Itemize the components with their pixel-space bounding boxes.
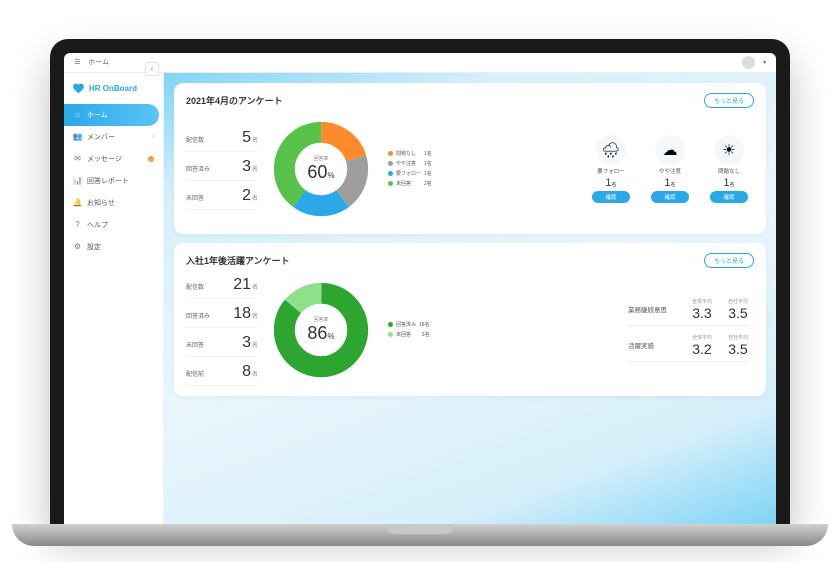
metrics-group: 業務継続意思 全体平均3.3 自社平均3.5 活躍実感 全体平均3.2 自社平均… xyxy=(628,298,748,362)
card-title: 2021年4月のアンケート xyxy=(186,94,283,107)
donut-chart: 回答率 60% xyxy=(266,114,376,224)
notification-badge xyxy=(148,156,154,162)
metric-row: 業務継続意思 全体平均3.3 自社平均3.5 xyxy=(628,298,748,326)
donut-center-value: 86% xyxy=(307,323,334,344)
legend-item: 回答済み18名 xyxy=(388,321,430,328)
status-caution: ☁やや注意1名確認 xyxy=(645,135,695,203)
sidebar-item-home[interactable]: ⌂ホーム xyxy=(64,104,159,126)
stat-row: 未回答3名 xyxy=(186,332,258,357)
legend-item: 問題なし1名 xyxy=(388,150,432,157)
status-followup: 🌧要フォロー1名確認 xyxy=(586,135,636,203)
avatar[interactable] xyxy=(742,56,755,69)
heart-icon xyxy=(72,82,85,95)
legend-item: 未回答2名 xyxy=(388,180,432,187)
rain-icon: 🌧 xyxy=(596,135,626,165)
chevron-down-icon[interactable]: ▾ xyxy=(763,59,766,66)
legend-dot xyxy=(388,151,393,156)
legend-dot xyxy=(388,171,393,176)
status-group: 🌧要フォロー1名確認 ☁やや注意1名確認 ☀問題なし1名確認 xyxy=(586,135,754,203)
legend-dot xyxy=(388,332,393,337)
legend-dot xyxy=(388,161,393,166)
sun-icon: ☀ xyxy=(714,135,744,165)
cloud-icon: ☁ xyxy=(655,135,685,165)
sidebar-item-notices[interactable]: 🔔お知らせ xyxy=(64,192,163,214)
metric-row: 活躍実感 全体平均3.2 自社平均3.5 xyxy=(628,334,748,362)
brand-logo[interactable]: HR OnBoard xyxy=(64,73,163,104)
legend-item: やや注意1名 xyxy=(388,160,432,167)
survey-card-monthly: 2021年4月のアンケート もっと見る 配信数5名 回答済み3名 未回答2名 xyxy=(174,83,766,234)
bell-icon: 🔔 xyxy=(73,198,82,207)
sidebar-item-messages[interactable]: ✉メッセージ xyxy=(64,148,163,170)
donut-center-label: 回答率 xyxy=(307,155,334,162)
brand-name: HR OnBoard xyxy=(89,84,137,93)
sidebar-collapse-button[interactable]: ‹ xyxy=(145,62,159,76)
chart-legend: 回答済み18名 未回答3名 xyxy=(388,321,430,338)
legend-item: 未回答3名 xyxy=(388,331,430,338)
legend-dot xyxy=(388,322,393,327)
sidebar-item-settings[interactable]: ⚙設定 xyxy=(64,236,163,258)
title-bar: ☰ ホーム ▾ xyxy=(64,53,776,73)
page-breadcrumb: ホーム xyxy=(88,57,109,67)
gear-icon: ⚙ xyxy=(73,242,82,251)
stat-row: 回答済み18名 xyxy=(186,303,258,328)
message-icon: ✉ xyxy=(73,154,82,163)
stat-row: 配信数21名 xyxy=(186,274,258,299)
main-content: 2021年4月のアンケート もっと見る 配信数5名 回答済み3名 未回答2名 xyxy=(164,73,776,524)
sidebar: HR OnBoard ⌂ホーム 👥メンバー› ✉メッセージ 📊回答レポート 🔔お… xyxy=(64,73,164,524)
legend-dot xyxy=(388,181,393,186)
donut-chart: 回答率 86% xyxy=(266,275,376,385)
members-icon: 👥 xyxy=(73,132,82,141)
legend-item: 要フォロー1名 xyxy=(388,170,432,177)
sidebar-item-help[interactable]: ?ヘルプ xyxy=(64,214,163,236)
donut-center-label: 回答率 xyxy=(307,316,334,323)
sidebar-item-members[interactable]: 👥メンバー› xyxy=(64,126,163,148)
report-icon: 📊 xyxy=(73,176,82,185)
home-icon: ⌂ xyxy=(73,110,82,119)
stat-row: 配信前8名 xyxy=(186,361,258,386)
sidebar-item-reports[interactable]: 📊回答レポート xyxy=(64,170,163,192)
stat-list: 配信数21名 回答済み18名 未回答3名 配信前8名 xyxy=(186,274,258,386)
card-title: 入社1年後活躍アンケート xyxy=(186,254,290,267)
stat-row: 未回答2名 xyxy=(186,185,258,210)
more-button[interactable]: もっと見る xyxy=(704,253,754,268)
more-button[interactable]: もっと見る xyxy=(704,93,754,108)
status-ok: ☀問題なし1名確認 xyxy=(704,135,754,203)
help-icon: ? xyxy=(73,220,82,229)
stat-row: 回答済み3名 xyxy=(186,156,258,181)
check-button[interactable]: 確認 xyxy=(592,191,629,203)
hamburger-icon[interactable]: ☰ xyxy=(74,58,80,66)
check-button[interactable]: 確認 xyxy=(710,191,747,203)
stat-list: 配信数5名 回答済み3名 未回答2名 xyxy=(186,127,258,210)
donut-center-value: 60% xyxy=(307,162,334,183)
check-button[interactable]: 確認 xyxy=(651,191,688,203)
chevron-right-icon: › xyxy=(152,134,154,140)
chart-legend: 問題なし1名 やや注意1名 要フォロー1名 未回答2名 xyxy=(388,150,432,187)
survey-card-yearly: 入社1年後活躍アンケート もっと見る 配信数21名 回答済み18名 未回答3名 … xyxy=(174,243,766,396)
stat-row: 配信数5名 xyxy=(186,127,258,152)
